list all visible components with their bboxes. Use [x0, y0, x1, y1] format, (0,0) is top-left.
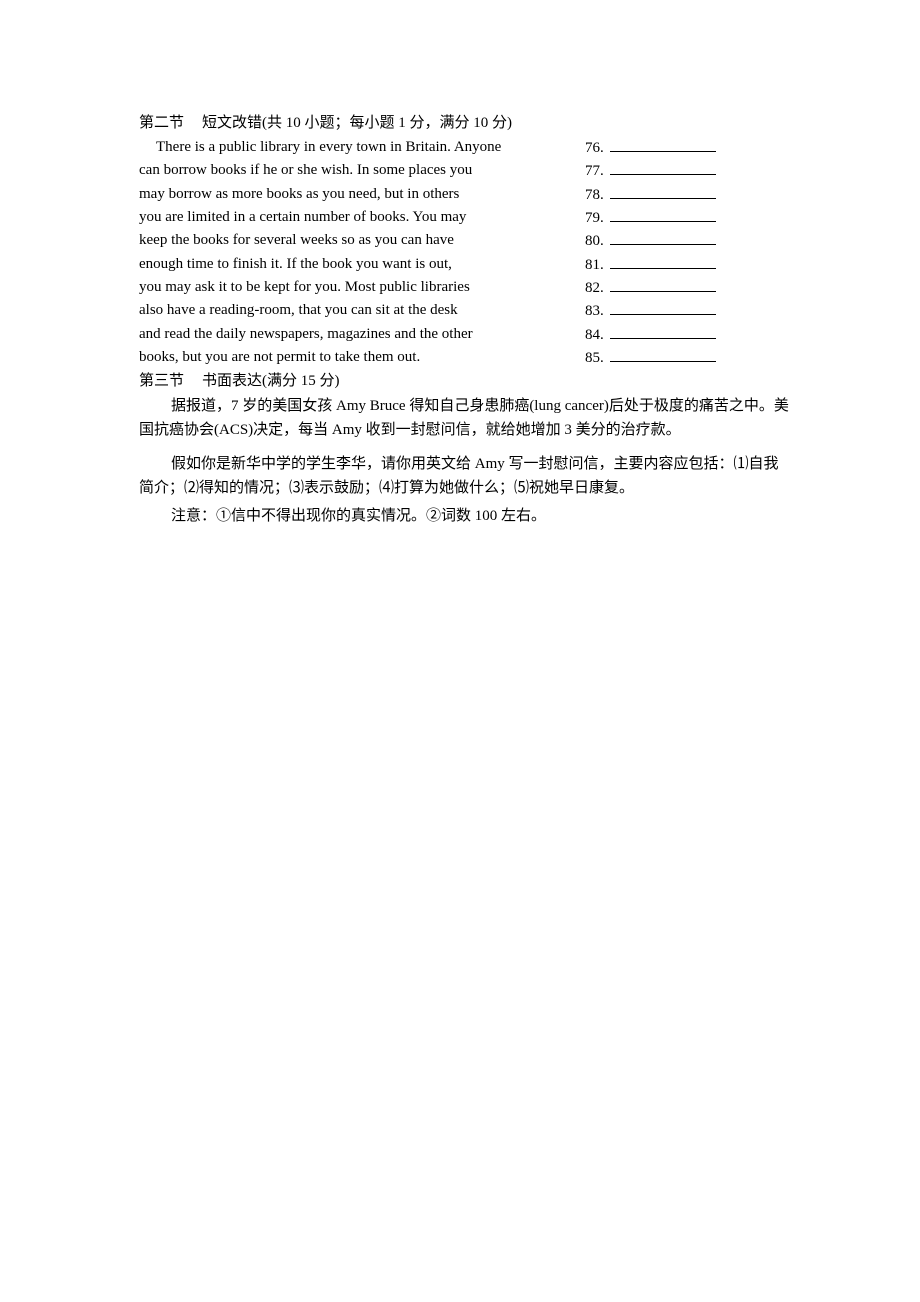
passage-line: may borrow as more books as you need, bu… [139, 186, 460, 202]
answer-blank[interactable] [610, 254, 716, 269]
answer-row: 76. [585, 137, 716, 158]
writing-prompt-paragraph: 据报道，7 岁的美国女孩 Amy Bruce 得知自己身患肺癌(lung can… [139, 398, 789, 438]
answer-number: 83. [585, 303, 604, 319]
section2-title: 短文改错(共 10 小题；每小题 1 分，满分 10 分) [202, 115, 513, 131]
answer-row: 83. [585, 300, 716, 321]
answer-number: 79. [585, 210, 604, 226]
answer-number: 81. [585, 257, 604, 273]
answer-blank[interactable] [610, 160, 716, 175]
answer-number: 80. [585, 233, 604, 249]
answer-row: 85. [585, 347, 716, 368]
section3-title: 书面表达(满分 15 分) [202, 373, 340, 389]
section3-heading: 第三节 书面表达(满分 15 分) [139, 371, 340, 391]
answer-number: 85. [585, 350, 604, 366]
passage-line: keep the books for several weeks so as y… [139, 232, 454, 248]
answer-blank[interactable] [610, 277, 716, 292]
answer-number: 77. [585, 163, 604, 179]
answer-blank[interactable] [610, 230, 716, 245]
passage-line: you may ask it to be kept for you. Most … [139, 279, 470, 295]
passage-line: books, but you are not permit to take th… [139, 349, 421, 365]
answer-blank[interactable] [610, 207, 716, 222]
passage-line: also have a reading-room, that you can s… [139, 302, 458, 318]
document-page: 第二节 短文改错(共 10 小题；每小题 1 分，满分 10 分) There i… [0, 0, 920, 1302]
answer-row: 81. [585, 254, 716, 275]
answer-number: 82. [585, 280, 604, 296]
answer-number: 84. [585, 327, 604, 343]
writing-notes-paragraph: 注意：①信中不得出现你的真实情况。②词数 100 左右。 [171, 508, 547, 524]
section2-part-label: 第二节 [139, 115, 185, 131]
answer-row: 84. [585, 324, 716, 345]
answer-blank[interactable] [610, 184, 716, 199]
answer-row: 78. [585, 184, 716, 205]
passage-line: enough time to finish it. If the book yo… [139, 256, 452, 272]
passage-line: can borrow books if he or she wish. In s… [139, 162, 473, 178]
answer-blank[interactable] [610, 347, 716, 362]
passage-line: you are limited in a certain number of b… [139, 209, 467, 225]
answer-row: 79. [585, 207, 716, 228]
passage-line: and read the daily newspapers, magazines… [139, 326, 473, 342]
answer-row: 77. [585, 160, 716, 181]
writing-task-paragraph: 假如你是新华中学的学生李华，请你用英文给 Amy 写一封慰问信，主要内容应包括：… [139, 456, 779, 496]
answer-row: 80. [585, 230, 716, 251]
answer-blank[interactable] [610, 324, 716, 339]
answer-number: 76. [585, 140, 604, 156]
section2-heading: 第二节 短文改错(共 10 小题；每小题 1 分，满分 10 分) [139, 113, 512, 133]
passage-line: There is a public library in every town … [156, 139, 502, 155]
answer-number: 78. [585, 187, 604, 203]
answer-row: 82. [585, 277, 716, 298]
answer-blank[interactable] [610, 300, 716, 315]
section3-part-label: 第三节 [139, 373, 185, 389]
answer-blank[interactable] [610, 137, 716, 152]
